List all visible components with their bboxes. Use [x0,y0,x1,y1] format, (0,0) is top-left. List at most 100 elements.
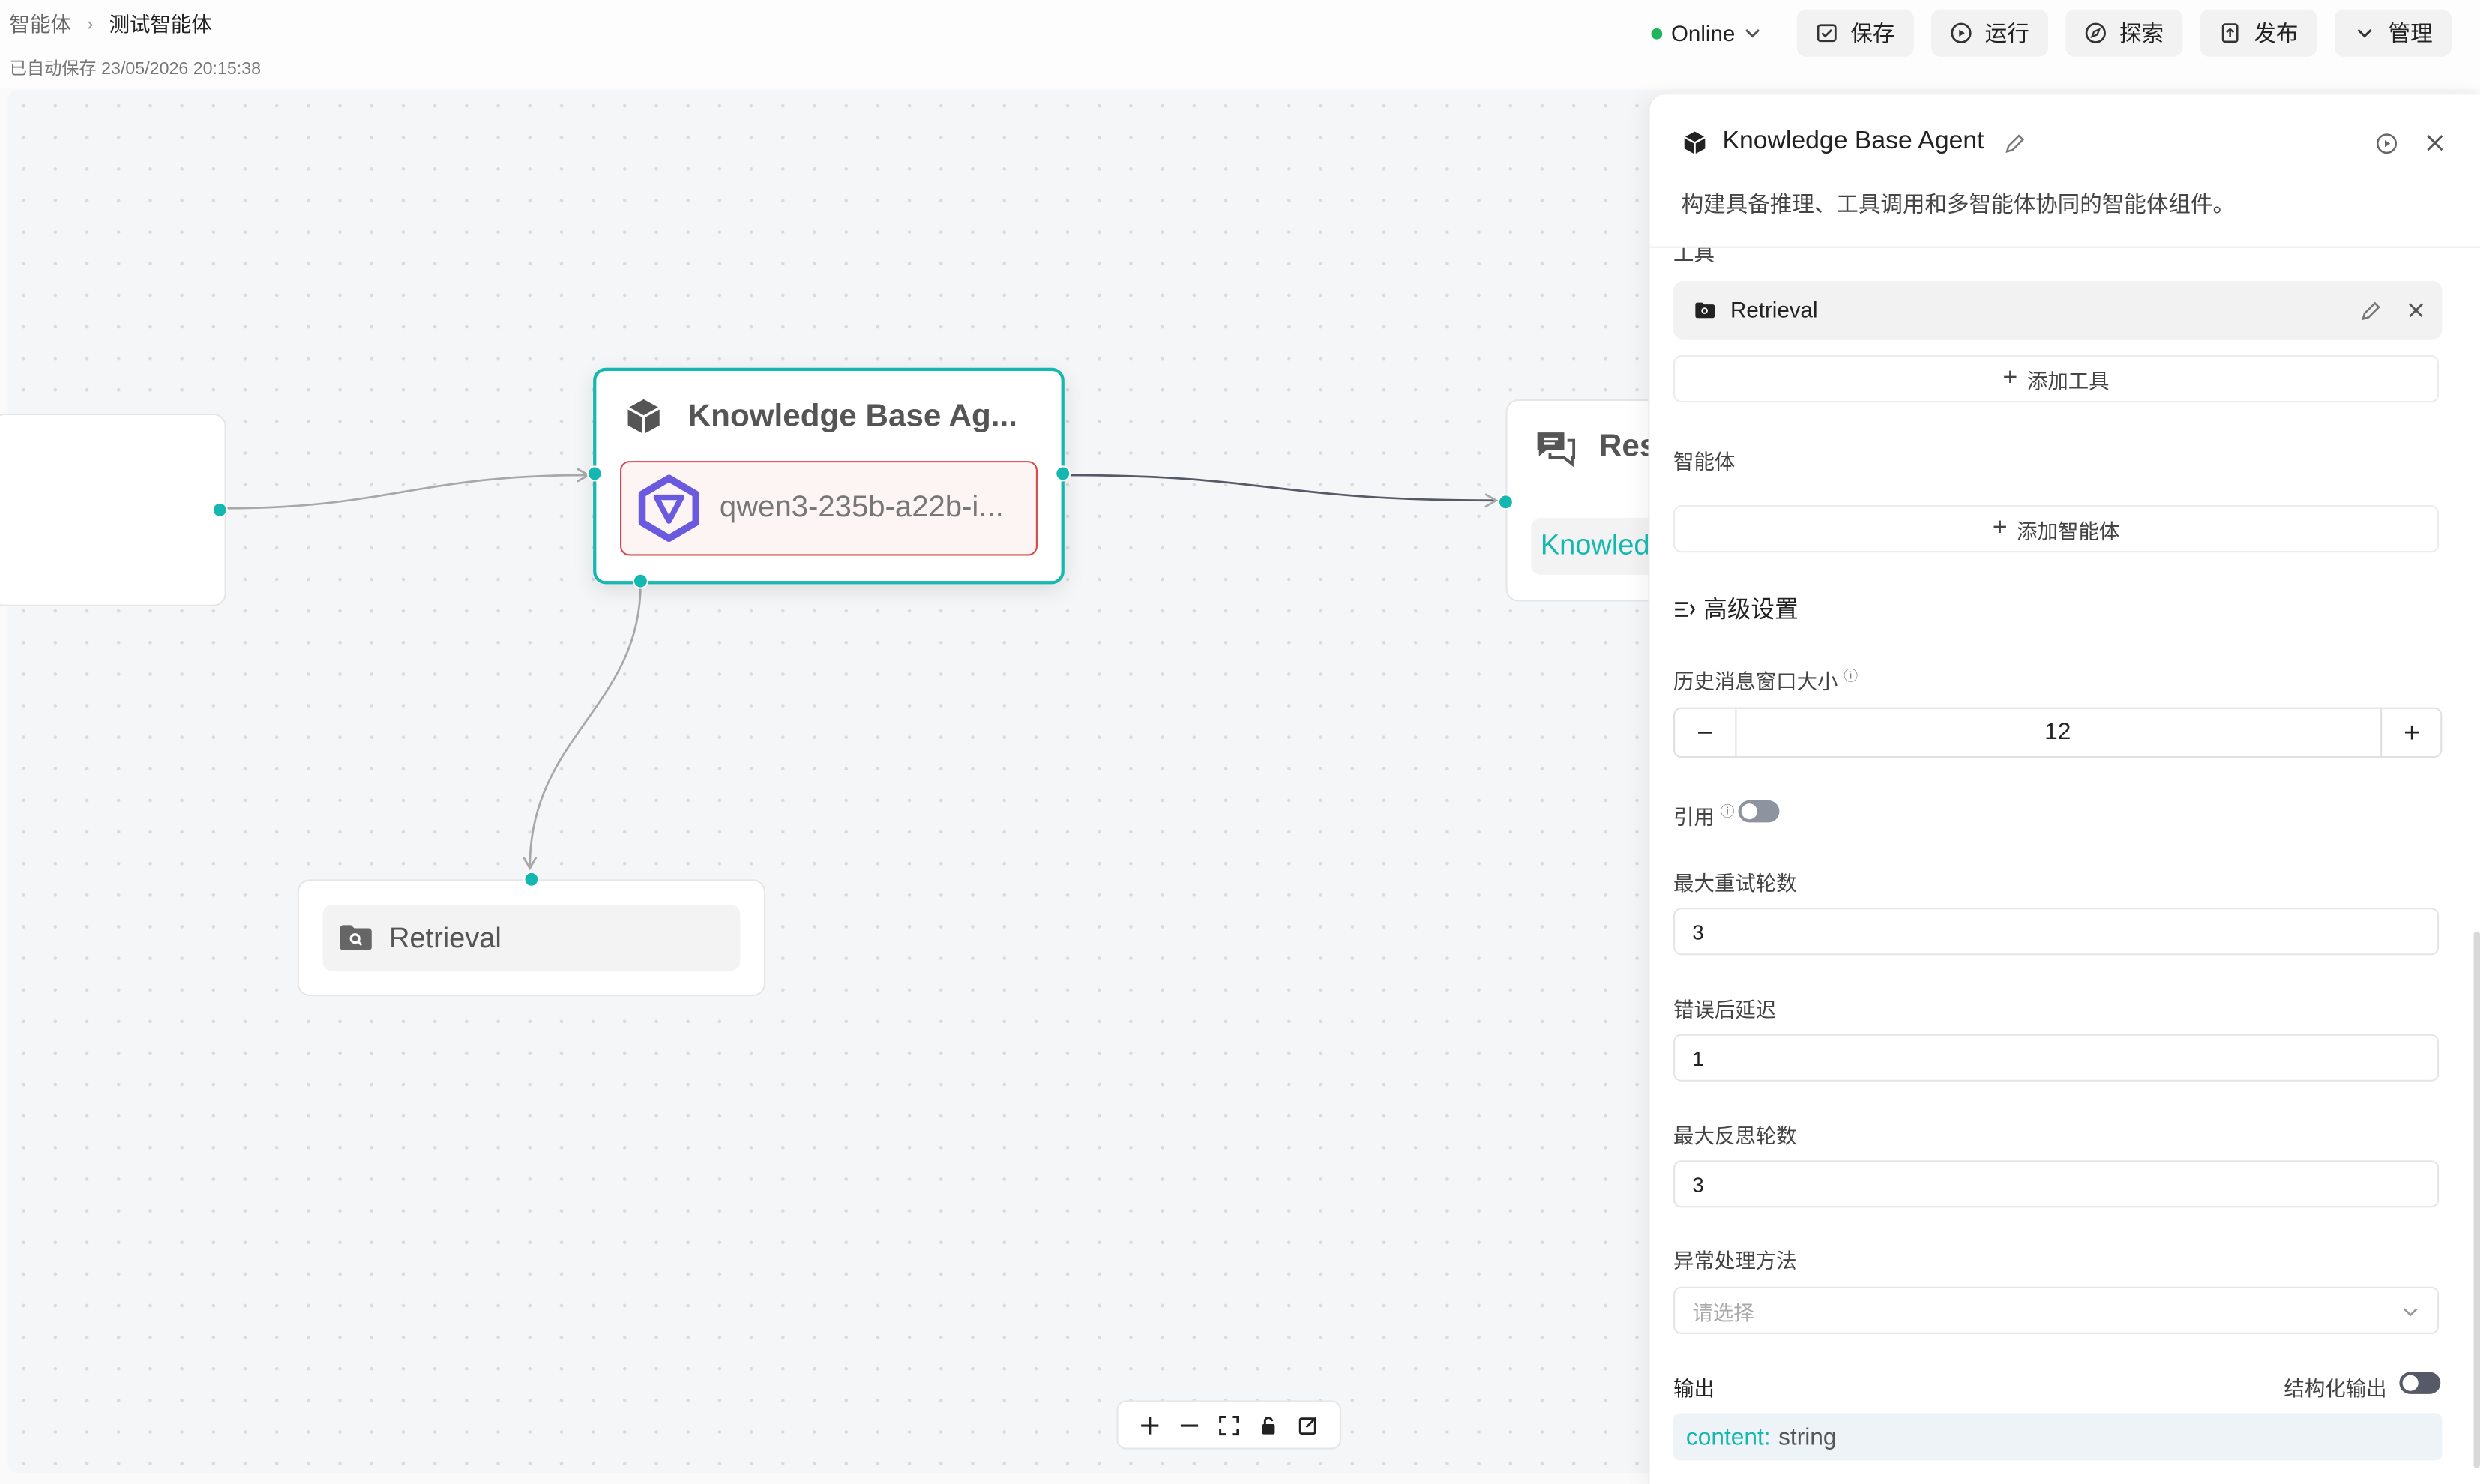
explore-label: 探索 [2119,20,2164,46]
agents-label: 智能体 [1673,450,1736,474]
history-window-value[interactable]: 12 [1735,718,2380,745]
input-handle[interactable] [1497,494,1514,510]
agent-node[interactable]: Knowledge Base Ag... qwen3-235b-a22b-i..… [586,367,1071,589]
remove-icon[interactable] [2407,301,2425,319]
compass-icon [2085,22,2106,43]
plus-icon: + [2002,364,2018,392]
agent-node-title: Knowledge Base Ag... [687,399,1017,435]
history-window-label: 历史消息窗口大小 ⓘ [1673,665,1858,695]
panel-description: 构建具备推理、工具调用和多智能体协同的智能体组件。 [1681,190,2235,217]
zoom-in-icon[interactable] [1140,1414,1162,1435]
model-name: qwen3-235b-a22b-i... [719,491,1004,525]
plus-icon: + [1992,514,2008,542]
begin-node[interactable] [0,413,228,606]
decrement-button[interactable]: − [1675,708,1737,756]
max-reflect-label: 最大反思轮数 [1673,1123,1797,1148]
structured-output-label: 结构化输出 [2284,1376,2387,1401]
output-handle[interactable] [211,501,228,518]
add-tool-button[interactable]: + 添加工具 [1673,355,2440,403]
breadcrumb: 智能体 › 测试智能体 [10,8,212,38]
add-tool-label: 添加工具 [2026,368,2110,393]
delay-input[interactable]: 1 [1673,1034,2440,1082]
cube-icon [627,399,660,435]
close-icon[interactable] [2425,133,2445,153]
play-circle-icon [1951,22,1972,43]
max-reflect-input[interactable]: 3 [1673,1160,2440,1208]
output-type: string [1778,1423,1837,1450]
advanced-settings-label: 高级设置 [1703,597,1799,624]
edit-title-icon[interactable] [2004,133,2026,154]
help-icon: ⓘ [1844,667,1859,684]
breadcrumb-current: 测试智能体 [109,12,212,37]
note-icon[interactable] [1296,1414,1319,1435]
history-window-stepper[interactable]: − 12 + [1673,707,2443,758]
help-icon: ⓘ [1720,803,1735,820]
chevron-down-icon [2357,28,2372,38]
edge-begin-agent [224,474,587,510]
add-agent-button[interactable]: + 添加智能体 [1673,505,2440,553]
advanced-settings-toggle[interactable]: 高级设置 [1673,592,1799,625]
save-label: 保存 [1850,20,1895,46]
exception-placeholder: 请选择 [1692,1300,1754,1324]
edge-agent-retrieval [529,584,642,867]
tool-item[interactable]: Retrieval [1673,280,2443,340]
agent-settings-panel: Knowledge Base Agent 构建具备推理、工具调用和多智能体协同的… [1648,94,2480,1484]
structured-output-toggle[interactable] [2399,1372,2441,1394]
tool-item-label: Retrieval [1730,296,1818,322]
manage-button[interactable]: 管理 [2334,9,2452,57]
edge-agent-response [1064,474,1495,502]
output-key: content: [1685,1423,1771,1450]
cite-text: 引用 [1673,805,1715,829]
chevron-down-icon [1745,28,1760,38]
tool-handle[interactable] [632,573,648,589]
lock-icon[interactable] [1257,1414,1280,1435]
max-retries-label: 最大重试轮数 [1673,871,1797,896]
output-variable: content: string [1673,1413,2443,1461]
fit-view-icon[interactable] [1218,1414,1240,1435]
output-handle[interactable] [1055,465,1071,482]
folder-search-icon [1695,302,1715,319]
panel-title: Knowledge Base Agent [1722,127,1984,155]
retrieval-node-title: Retrieval [388,921,502,953]
status-dropdown[interactable]: Online [1650,10,1780,57]
explore-button[interactable]: 探索 [2065,9,2183,57]
max-retries-input[interactable]: 3 [1673,908,2440,956]
manage-label: 管理 [2388,20,2433,46]
qwen-logo-icon [638,474,700,543]
save-button[interactable]: 保存 [1796,9,1914,57]
retrieval-node[interactable]: Retrieval [297,871,766,997]
status-dot [1650,27,1662,39]
input-handle[interactable] [523,871,540,887]
response-tag-text: Knowled [1540,528,1650,561]
publish-label: 发布 [2254,20,2299,46]
cube-icon [1684,131,1706,154]
run-button[interactable]: 运行 [1930,9,2049,57]
run-label: 运行 [1984,20,2029,46]
panel-scrollbar[interactable] [2473,931,2480,1468]
cite-label: 引用 ⓘ [1673,800,1735,830]
chevron-right-icon: › [87,11,94,34]
breadcrumb-root[interactable]: 智能体 [10,8,71,38]
publish-icon [2221,23,2239,43]
model-selector[interactable]: qwen3-235b-a22b-i... [619,461,1038,556]
edit-icon[interactable] [2360,300,2383,322]
retrieval-chip[interactable]: Retrieval [322,904,741,971]
chat-icon [1537,432,1576,468]
run-node-icon[interactable] [2376,133,2398,154]
folder-search-icon [340,925,372,951]
cite-toggle[interactable] [1738,800,1780,823]
publish-button[interactable]: 发布 [2200,9,2317,57]
delay-label: 错误后延迟 [1673,998,1777,1022]
settings-list-icon [1675,601,1695,616]
history-window-text: 历史消息窗口大小 [1673,669,1838,693]
panel-header: Knowledge Base Agent 构建具备推理、工具调用和多智能体协同的… [1649,94,2480,248]
input-handle[interactable] [586,465,603,482]
save-icon [1817,24,1837,43]
add-agent-label: 添加智能体 [2017,518,2120,543]
increment-button[interactable]: + [2380,708,2442,756]
status-label: Online [1670,20,1736,46]
zoom-out-icon[interactable] [1179,1414,1201,1435]
output-label: 输出 [1673,1376,1715,1401]
exception-select[interactable]: 请选择 [1673,1286,2440,1334]
top-bar: 智能体 › 测试智能体 已自动保存 23/05/2026 20:15:38 On… [0,0,2480,88]
